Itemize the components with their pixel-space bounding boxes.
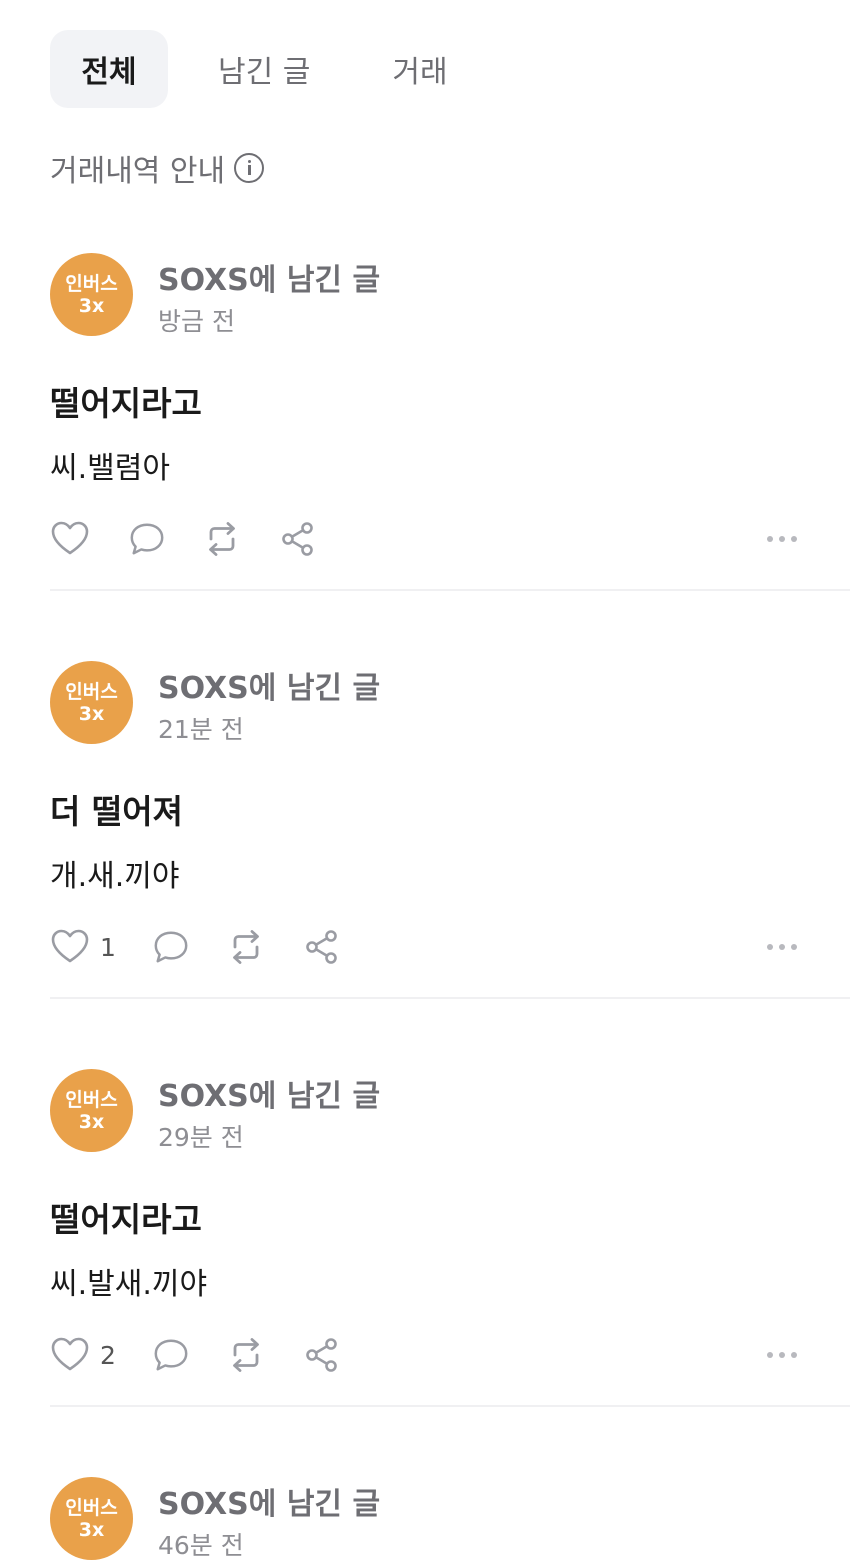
info-icon[interactable] — [234, 153, 265, 183]
post-title[interactable]: SOXS에 남긴 글 — [158, 663, 380, 707]
avatar-line-1: 인버스 — [65, 272, 118, 295]
post-title[interactable]: SOXS에 남긴 글 — [158, 1479, 380, 1523]
post-title[interactable]: SOXS에 남긴 글 — [158, 1071, 380, 1115]
avatar-line-1: 인버스 — [65, 680, 118, 703]
avatar-line-2: 3x — [78, 702, 105, 725]
repost-icon — [233, 1338, 259, 1372]
more-button[interactable] — [762, 519, 802, 559]
post-actions: 1 — [50, 927, 342, 967]
like-button[interactable]: 1 — [50, 927, 152, 967]
post-item: 인버스 3x SOXS에 남긴 글 29분 전 떨어지라고 씨.발새.끼야 2 — [0, 1069, 850, 1477]
post-heading: 떨어지라고 — [50, 1200, 202, 1239]
avatar-line-2: 3x — [78, 294, 105, 317]
tab-all[interactable]: 전체 — [50, 30, 168, 108]
avatar[interactable]: 인버스 3x — [50, 1069, 133, 1152]
comment-button[interactable] — [128, 520, 202, 558]
divider — [50, 997, 850, 999]
heart-icon — [51, 521, 89, 555]
post-title[interactable]: SOXS에 남긴 글 — [158, 255, 380, 299]
post-time: 29분 전 — [158, 1123, 244, 1152]
tab-my-posts[interactable]: 남긴 글 — [218, 30, 310, 108]
post-actions: 2 — [50, 1335, 342, 1375]
heart-icon — [51, 1337, 89, 1371]
divider — [50, 1405, 850, 1407]
like-count: 1 — [100, 932, 116, 962]
post-item: 인버스 3x SOXS에 남긴 글 방금 전 떨어지라고 씨.밸렴아 — [0, 253, 850, 661]
post-item: 인버스 3x SOXS에 남긴 글 46분 전 — [0, 1477, 850, 1564]
avatar-line-1: 인버스 — [65, 1496, 118, 1519]
more-icon — [767, 536, 797, 542]
community-page: 전체 남긴 글 거래 거래내역 안내 인버스 3x SOXS에 남긴 글 방금 … — [0, 0, 850, 1564]
share-button[interactable] — [278, 519, 318, 559]
more-button[interactable] — [762, 1335, 802, 1375]
more-icon — [767, 1352, 797, 1358]
comment-icon — [154, 931, 188, 963]
avatar-line-2: 3x — [78, 1110, 105, 1133]
avatar-line-1: 인버스 — [65, 1088, 118, 1111]
post-heading: 떨어지라고 — [50, 384, 202, 423]
tab-trades[interactable]: 거래 — [392, 30, 447, 108]
repost-button[interactable] — [226, 1335, 302, 1375]
post-body: 씨.발새.끼야 — [50, 1267, 208, 1302]
share-icon — [282, 522, 313, 556]
share-icon — [306, 930, 337, 964]
repost-icon — [209, 522, 235, 556]
repost-button[interactable] — [226, 927, 302, 967]
share-button[interactable] — [302, 1335, 342, 1375]
post-time: 46분 전 — [158, 1531, 244, 1560]
avatar[interactable]: 인버스 3x — [50, 253, 133, 336]
post-time: 21분 전 — [158, 715, 244, 744]
avatar[interactable]: 인버스 3x — [50, 1477, 133, 1560]
more-icon — [767, 944, 797, 950]
trade-history-guide[interactable]: 거래내역 안내 — [50, 146, 265, 190]
comment-icon — [130, 523, 164, 555]
avatar[interactable]: 인버스 3x — [50, 661, 133, 744]
filter-tabs: 전체 남긴 글 거래 — [50, 30, 448, 108]
avatar-line-2: 3x — [78, 1518, 105, 1541]
like-count: 2 — [100, 1340, 116, 1370]
comment-button[interactable] — [152, 1336, 226, 1374]
post-actions — [50, 519, 318, 559]
repost-icon — [233, 930, 259, 964]
post-time: 방금 전 — [158, 307, 235, 336]
like-button[interactable] — [50, 519, 128, 559]
post-item: 인버스 3x SOXS에 남긴 글 21분 전 더 떨어져 개.새.끼야 1 — [0, 661, 850, 1069]
like-button[interactable]: 2 — [50, 1335, 152, 1375]
comment-icon — [154, 1339, 188, 1371]
post-body: 개.새.끼야 — [50, 859, 180, 894]
post-body: 씨.밸렴아 — [50, 451, 170, 486]
heart-icon — [51, 929, 89, 963]
divider — [50, 589, 850, 591]
comment-button[interactable] — [152, 928, 226, 966]
post-heading: 더 떨어져 — [50, 792, 183, 831]
share-icon — [306, 1338, 337, 1372]
share-button[interactable] — [302, 927, 342, 967]
trade-history-guide-label: 거래내역 안내 — [50, 154, 226, 189]
repost-button[interactable] — [202, 519, 278, 559]
more-button[interactable] — [762, 927, 802, 967]
